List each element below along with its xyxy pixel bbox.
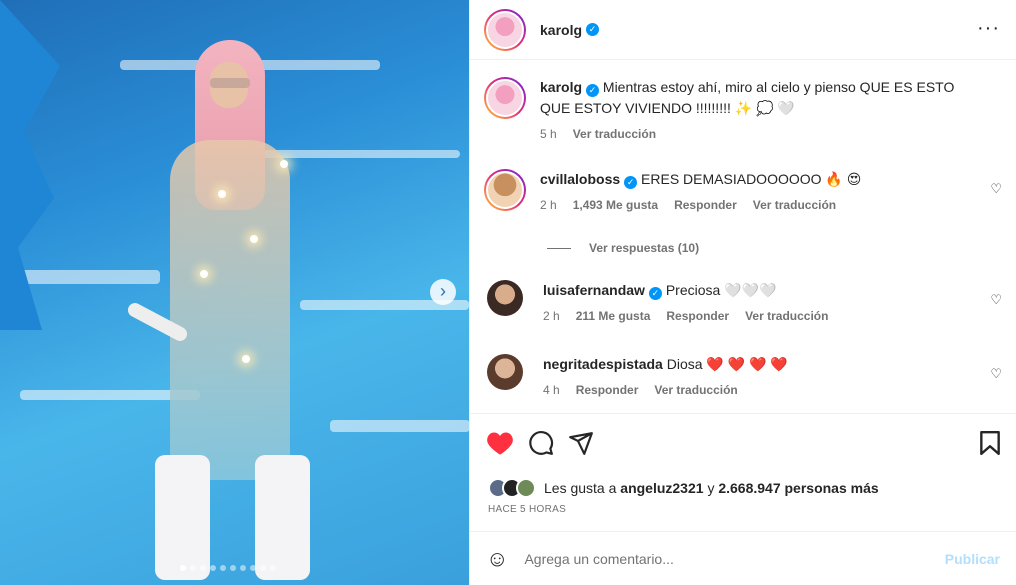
save-bookmark-icon[interactable] [978, 430, 1002, 456]
comment-reply-button[interactable]: Responder [666, 306, 729, 327]
verified-badge-icon: ✓ [586, 84, 600, 97]
comment-username[interactable]: cvillaloboss [540, 171, 620, 187]
comment-icon[interactable] [528, 430, 554, 456]
comment-like-heart-icon[interactable]: ♡ [990, 181, 1002, 197]
verified-badge-icon: ✓ [624, 176, 638, 189]
caption-avatar-image [486, 79, 524, 117]
comment-likes-link[interactable]: 1,493 Me gusta [573, 195, 658, 216]
fur-boot-right [255, 455, 310, 580]
comment-like-heart-icon[interactable]: ♡ [990, 366, 1002, 382]
performer-photo [125, 40, 330, 585]
verified-badge-icon: ✓ [648, 287, 662, 300]
caption-body: karolg ✓ Mientras estoy ahí, miro al ciel… [540, 77, 970, 145]
caption-translate-link[interactable]: Ver traducción [573, 124, 656, 145]
author-avatar-image [486, 10, 524, 49]
caption-text: Mientras estoy ahí, miro al cielo y pien… [540, 79, 955, 116]
author-avatar[interactable] [484, 8, 526, 51]
likes-count-link[interactable]: 2.668.947 personas más [718, 480, 878, 496]
commenter-avatar[interactable] [487, 354, 523, 390]
comment-text: Diosa ❤️ ❤️ ❤️ ❤️ [666, 356, 788, 372]
view-replies-button[interactable]: Ver respuestas (10) [547, 241, 699, 255]
replies-divider-line [547, 247, 571, 249]
commenter-avatar[interactable] [484, 169, 526, 211]
comment-item: negritadespistada Diosa ❤️ ❤️ ❤️ ❤️ 4 h … [484, 354, 1002, 401]
post-side-panel: karolg ✓ ··· karolg ✓ Mientras estoy ahí,… [469, 0, 1016, 585]
carousel-dot [250, 565, 256, 571]
sparkle-outfit [170, 140, 290, 480]
comment-reply-button[interactable]: Responder [674, 195, 737, 216]
verified-badge-icon: ✓ [586, 23, 600, 36]
action-icons-row [486, 430, 1002, 456]
post-dialog: › karolg ✓ ··· karolg ✓ Mientras estoy ah… [0, 0, 1016, 585]
comment-item: cvillaloboss ✓ ERES DEMASIADOOOOOO 🔥 😍 2 … [484, 169, 1002, 216]
sparkle [280, 160, 288, 168]
share-send-icon[interactable] [568, 430, 594, 456]
carousel-dot [270, 565, 276, 571]
post-header: karolg ✓ ··· [470, 0, 1016, 60]
caption: karolg ✓ Mientras estoy ahí, miro al ciel… [484, 77, 1002, 145]
comment-username[interactable]: negritadespistada [543, 356, 663, 372]
comment-translate-link[interactable]: Ver traducción [745, 306, 828, 327]
comment-meta: 4 h Responder Ver traducción [543, 380, 788, 401]
comment-body: luisafernandaw ✓ Preciosa 🤍🤍🤍 2 h 211 Me … [543, 280, 828, 327]
liker-avatars [488, 478, 536, 498]
sparkle [250, 235, 258, 243]
comment-meta: 2 h 211 Me gusta Responder Ver traducció… [543, 306, 828, 327]
carousel-dot [210, 565, 216, 571]
carousel-dot [260, 565, 266, 571]
comment-meta: 2 h 1,493 Me gusta Responder Ver traducc… [540, 195, 861, 216]
likes-prefix: Les gusta a [544, 480, 617, 496]
sunglasses [210, 78, 250, 88]
carousel-dot [220, 565, 226, 571]
comment-body: cvillaloboss ✓ ERES DEMASIADOOOOOO 🔥 😍 2 … [540, 169, 861, 216]
more-options-icon[interactable]: ··· [977, 18, 1000, 38]
carousel-dot [230, 565, 236, 571]
post-actions: Les gusta a angeluz2321 y 2.668.947 pers… [470, 413, 1016, 531]
carousel-indicator [180, 565, 276, 571]
commenter-avatar-image [486, 171, 524, 209]
comment-time: 4 h [543, 383, 560, 397]
comment-username[interactable]: luisafernandaw [543, 282, 645, 298]
publish-button[interactable]: Publicar [945, 551, 1000, 567]
caption-time: 5 h [540, 127, 557, 141]
comment-time: 2 h [543, 309, 560, 323]
caption-avatar[interactable] [484, 77, 526, 119]
comment-like-heart-icon[interactable]: ♡ [990, 292, 1002, 308]
stage-light [330, 420, 469, 432]
emoji-picker-icon[interactable]: ☺ [486, 546, 508, 572]
likes-summary: Les gusta a angeluz2321 y 2.668.947 pers… [488, 478, 879, 498]
comment-likes-link[interactable]: 211 Me gusta [576, 306, 651, 327]
comment-reply-button[interactable]: Responder [576, 380, 639, 401]
view-replies-label: Ver respuestas (10) [589, 241, 700, 255]
comment-text: Preciosa 🤍🤍🤍 [665, 282, 777, 298]
caption-meta: 5 h Ver traducción [540, 124, 970, 145]
post-media[interactable]: › [0, 0, 469, 585]
sparkle [218, 190, 226, 198]
post-timestamp: HACE 5 HORAS [488, 504, 567, 515]
carousel-dot [180, 565, 186, 571]
likes-joiner: y [707, 480, 715, 496]
add-comment-bar: ☺ Publicar [470, 531, 1016, 585]
sparkle [242, 355, 250, 363]
comment-translate-link[interactable]: Ver traducción [654, 380, 737, 401]
carousel-next-button[interactable]: › [430, 279, 456, 305]
comment-input[interactable] [524, 550, 945, 567]
liker-username[interactable]: angeluz2321 [620, 480, 703, 496]
sparkle [200, 270, 208, 278]
comments-list[interactable]: karolg ✓ Mientras estoy ahí, miro al ciel… [470, 61, 1016, 413]
carousel-dot [190, 565, 196, 571]
fur-boot-left [155, 455, 210, 580]
liker-avatar [516, 478, 536, 498]
carousel-dot [240, 565, 246, 571]
like-heart-icon[interactable] [486, 430, 514, 456]
comment-translate-link[interactable]: Ver traducción [753, 195, 836, 216]
comment-item: luisafernandaw ✓ Preciosa 🤍🤍🤍 2 h 211 Me … [484, 280, 1002, 327]
comment-body: negritadespistada Diosa ❤️ ❤️ ❤️ ❤️ 4 h … [543, 354, 788, 401]
carousel-dot [200, 565, 206, 571]
author-username[interactable]: karolg [540, 22, 582, 38]
comment-time: 2 h [540, 198, 557, 212]
caption-username[interactable]: karolg [540, 79, 582, 95]
comment-text: ERES DEMASIADOOOOOO 🔥 😍 [641, 171, 862, 187]
commenter-avatar[interactable] [487, 280, 523, 316]
